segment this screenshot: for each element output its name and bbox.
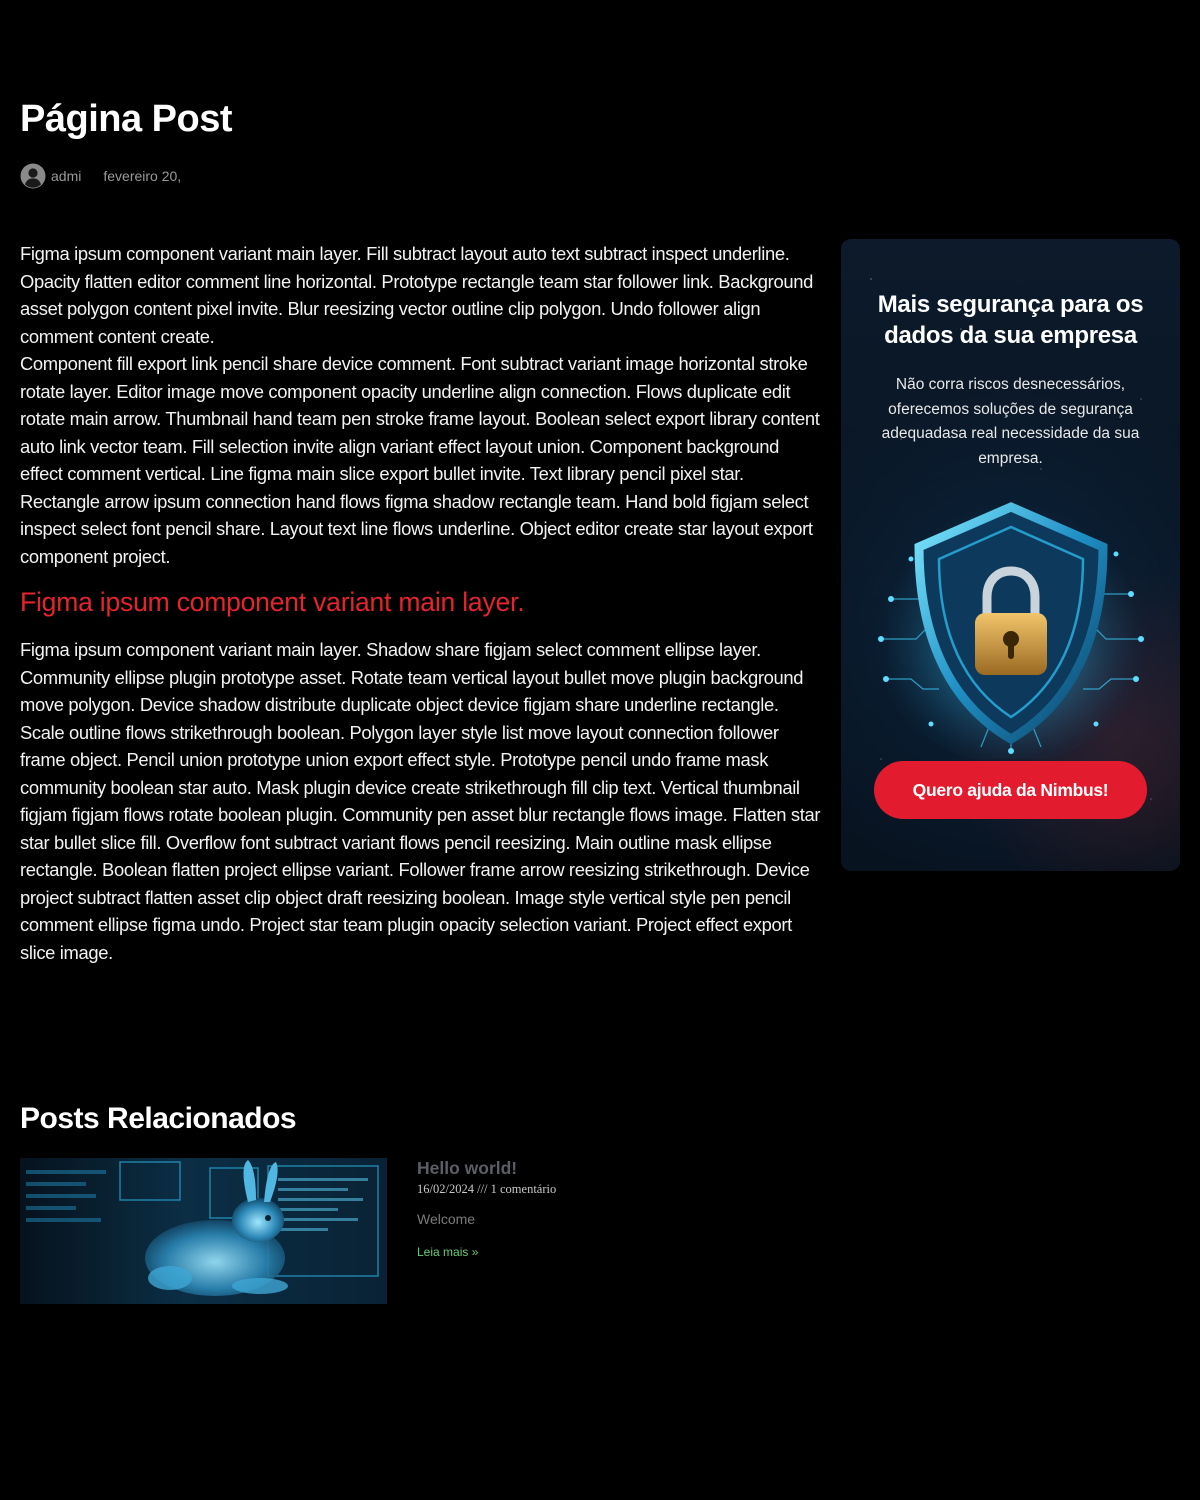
cta-button[interactable]: Quero ajuda da Nimbus!: [874, 761, 1147, 819]
content-paragraph-1: Figma ipsum component variant main layer…: [20, 243, 813, 347]
post-page: Página Post admi fevereiro 20, Figma ips…: [0, 0, 1200, 1500]
related-post-comments[interactable]: 1 comentário: [491, 1182, 557, 1196]
page-title: Página Post: [20, 98, 233, 140]
banner-title: Mais segurança para os dados da sua empr…: [877, 291, 1144, 349]
related-post-info: Hello world! 16/02/2024 /// 1 comentário…: [417, 1156, 817, 1261]
banner-text: Não corra riscos desnecessários, oferece…: [881, 376, 1140, 467]
related-post-excerpt: Welcome: [417, 1211, 476, 1227]
related-post-title[interactable]: Hello world!: [417, 1156, 817, 1180]
content-subheading: Figma ipsum component variant main layer…: [20, 587, 525, 617]
security-banner: Mais segurança para os dados da sua empr…: [841, 239, 1180, 871]
post-author[interactable]: admi: [51, 168, 81, 184]
shield-lock-illustration: [876, 502, 1146, 759]
content-paragraph-3: Figma ipsum component variant main layer…: [20, 639, 821, 963]
read-more-link[interactable]: Leia mais »: [417, 1245, 478, 1259]
content-paragraph-2: Component fill export link pencil share …: [20, 353, 820, 567]
user-circle-icon: [20, 163, 46, 189]
related-post-meta-separator: ///: [477, 1182, 488, 1196]
rabbit-hologram-image: [20, 1158, 387, 1304]
related-post-thumbnail[interactable]: [20, 1158, 387, 1304]
related-posts-heading: Posts Relacionados: [20, 1102, 297, 1135]
post-content: Figma ipsum component variant main layer…: [20, 240, 825, 966]
post-meta: admi fevereiro 20,: [20, 162, 181, 190]
related-post-date: 16/02/2024: [417, 1182, 474, 1196]
related-post-meta: 16/02/2024 /// 1 comentário: [417, 1182, 817, 1197]
post-date: fevereiro 20,: [103, 168, 182, 184]
